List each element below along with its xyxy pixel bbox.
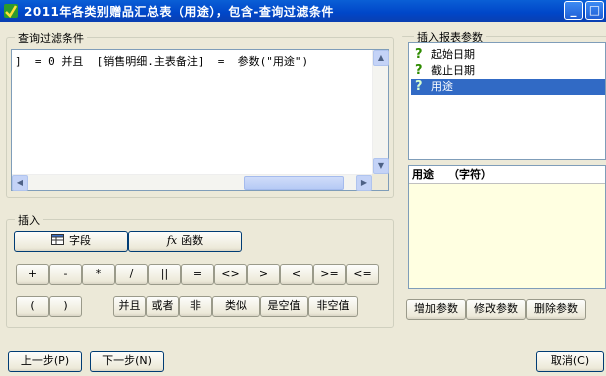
param-detail-name: 用途 (412, 168, 434, 181)
function-icon: fx (166, 234, 178, 247)
window-title: 2011年各类别赠品汇总表（用途），包含-查询过滤条件 (24, 5, 334, 19)
insert-group-legend: 插入 (15, 212, 43, 228)
operator-equal-button[interactable]: = (181, 264, 214, 285)
prev-step-button[interactable]: 上一步(P) (8, 351, 82, 372)
insert-function-label: 函数 (181, 234, 204, 247)
minimize-button[interactable]: _ (564, 1, 583, 20)
title-bar: 2011年各类别赠品汇总表（用途），包含-查询过滤条件 _ □ (0, 0, 606, 22)
insert-field-button[interactable]: 字段 (14, 231, 128, 252)
operator-not-equal-button[interactable]: <> (214, 264, 247, 285)
table-icon (51, 234, 64, 245)
filter-group-legend: 查询过滤条件 (15, 30, 87, 46)
operator-plus-button[interactable]: + (16, 264, 49, 285)
operator-divide-button[interactable]: / (115, 264, 148, 285)
or-button[interactable]: 或者 (146, 296, 179, 317)
open-paren-button[interactable]: ( (16, 296, 49, 317)
filter-condition-textarea[interactable]: ] = 0 并且 [销售明细.主表备注] = 参数("用途") ▲ ▼ ◀ ▶ (11, 49, 389, 191)
not-null-button[interactable]: 非空值 (308, 296, 358, 317)
scroll-up-button[interactable]: ▲ (373, 50, 389, 66)
horizontal-scrollbar[interactable]: ◀ ▶ (12, 174, 372, 191)
param-icon: ? (415, 79, 423, 94)
operator-greater-button[interactable]: > (247, 264, 280, 285)
maximize-button[interactable]: □ (585, 1, 604, 20)
param-item-label: 截止日期 (431, 64, 475, 77)
operator-multiply-button[interactable]: * (82, 264, 115, 285)
vertical-scrollbar[interactable]: ▲ ▼ (372, 50, 389, 174)
params-group: 插入报表参数 (402, 29, 606, 45)
param-list[interactable]: ? 起始日期 ? 截止日期 ? 用途 (408, 42, 606, 160)
is-null-button[interactable]: 是空值 (260, 296, 308, 317)
operator-less-equal-button[interactable]: <= (346, 264, 379, 285)
and-button[interactable]: 并且 (113, 296, 146, 317)
horizontal-scroll-thumb[interactable] (244, 176, 344, 190)
scroll-left-button[interactable]: ◀ (12, 175, 28, 191)
operator-less-button[interactable]: < (280, 264, 313, 285)
param-item-purpose[interactable]: ? 用途 (411, 79, 605, 95)
not-button[interactable]: 非 (179, 296, 212, 317)
cancel-button[interactable]: 取消(C) (536, 351, 604, 372)
insert-function-button[interactable]: fx 函数 (128, 231, 242, 252)
like-button[interactable]: 类似 (212, 296, 260, 317)
param-detail-header: 用途 （字符） (409, 166, 605, 184)
operator-minus-button[interactable]: - (49, 264, 82, 285)
filter-condition-text[interactable]: ] = 0 并且 [销售明细.主表备注] = 参数("用途") (15, 53, 308, 69)
param-item-label: 用途 (431, 80, 453, 93)
param-item-label: 起始日期 (431, 48, 475, 61)
delete-param-button[interactable]: 删除参数 (526, 299, 586, 320)
scroll-down-button[interactable]: ▼ (373, 158, 389, 174)
close-paren-button[interactable]: ) (49, 296, 82, 317)
param-icon: ? (415, 47, 423, 62)
scroll-right-button[interactable]: ▶ (356, 175, 372, 191)
param-item-end-date[interactable]: ? 截止日期 (411, 63, 605, 79)
app-icon (4, 4, 18, 19)
operator-concat-button[interactable]: || (148, 264, 181, 285)
param-detail-type: （字符） (448, 168, 492, 181)
add-param-button[interactable]: 增加参数 (406, 299, 466, 320)
param-item-start-date[interactable]: ? 起始日期 (411, 47, 605, 63)
next-step-button[interactable]: 下一步(N) (90, 351, 164, 372)
scroll-corner (372, 174, 388, 190)
param-detail-panel: 用途 （字符） (408, 165, 606, 289)
param-icon: ? (415, 63, 423, 78)
edit-param-button[interactable]: 修改参数 (466, 299, 526, 320)
insert-field-label: 字段 (69, 234, 91, 247)
operator-greater-equal-button[interactable]: >= (313, 264, 346, 285)
